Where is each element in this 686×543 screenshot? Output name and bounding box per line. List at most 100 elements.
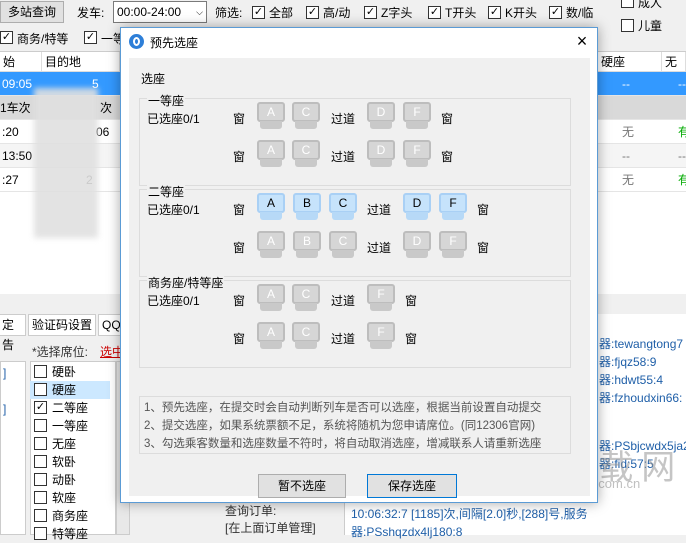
seat-c[interactable]: C (329, 193, 357, 221)
multi-station-query-button[interactable]: 多站查询 (0, 1, 64, 23)
window-label: 窗 (441, 112, 454, 126)
seat-a[interactable]: A (257, 102, 285, 130)
row-col4: 有 (678, 173, 686, 187)
list-item: ] (3, 366, 7, 380)
window-label: 窗 (477, 241, 490, 255)
row-end: 06 (96, 125, 110, 139)
seat-type-checkbox[interactable] (34, 455, 47, 468)
tab-qq[interactable]: QQ (98, 314, 122, 336)
seat-b[interactable]: B (293, 193, 321, 221)
aisle-label: 过道 (367, 203, 392, 217)
window-label: 窗 (233, 294, 246, 308)
seat-f[interactable]: F (367, 284, 395, 312)
seat-f[interactable]: F (439, 193, 467, 221)
seat-type-checkbox[interactable] (34, 365, 47, 378)
seat-b[interactable]: B (293, 231, 321, 259)
list-item: ] (3, 402, 7, 416)
seat-c[interactable]: C (292, 102, 320, 130)
mosaic-blur (34, 88, 98, 238)
note-line: 2、提交选座，如果系统票额不足，系统将随机为您申请席位。(同12306官网) (144, 420, 536, 432)
seat-a[interactable]: A (257, 322, 285, 350)
seat-c[interactable]: C (292, 284, 320, 312)
seat-type-label: 硬卧 (52, 365, 77, 379)
row-hard-seat: -- (622, 77, 630, 91)
save-seat-button[interactable]: 保存选座 (367, 474, 457, 498)
seat-type-label: 软座 (52, 491, 77, 505)
filter-k-checkbox[interactable]: ✓ (488, 6, 501, 19)
seat-a[interactable]: A (257, 140, 285, 168)
seat-a[interactable]: A (257, 284, 285, 312)
seat-type-checkbox[interactable] (34, 527, 47, 540)
seat-type-checkbox[interactable] (34, 491, 47, 504)
window-label: 窗 (405, 294, 418, 308)
group-title: 二等座 (147, 183, 186, 200)
adult-label: 成人 (638, 0, 663, 10)
close-icon[interactable]: × (567, 28, 597, 54)
seat-c[interactable]: C (292, 322, 320, 350)
filter-num-label: 数/临 (566, 6, 594, 20)
passenger-list: ] ] (0, 361, 26, 535)
filter-k-label: K开头 (505, 6, 538, 20)
seat-f[interactable]: F (439, 231, 467, 259)
dialog-title: 预先选座 (150, 36, 199, 50)
notes-box: 1、预先选座，在提交时会自动判断列车是否可以选座，根据当前设置自动提交 2、提交… (139, 396, 571, 454)
row-end: 次 (100, 101, 113, 115)
group-title: 一等座 (147, 92, 186, 109)
seat-type-checkbox[interactable] (34, 383, 47, 396)
window-label: 窗 (441, 150, 454, 164)
row-col4: -- (678, 149, 686, 163)
log-line: 器:PSshqzdx4lj180:8 (351, 525, 463, 539)
seat-type-checkbox[interactable]: ✓ (34, 401, 47, 414)
seat-type-label: 动卧 (52, 473, 77, 487)
adult-checkbox[interactable] (621, 0, 634, 8)
row-col4: 有 (678, 125, 686, 139)
seat-a[interactable]: A (257, 193, 285, 221)
group-title: 商务座/特等座 (147, 274, 225, 291)
seat-f[interactable]: F (403, 140, 431, 168)
seat-type-checkbox[interactable] (34, 419, 47, 432)
seat-type-checkbox[interactable] (34, 473, 47, 486)
order-manage-link[interactable]: [在上面订单管理] (225, 519, 316, 536)
filter-num-checkbox[interactable]: ✓ (549, 6, 562, 19)
seat-f[interactable]: F (403, 102, 431, 130)
log-line: 10:06:32:7 [1185]次,间隔[2.0]秒,[288]号,服务 (351, 507, 588, 521)
filter-gd-checkbox[interactable]: ✓ (306, 6, 319, 19)
seat-d[interactable]: D (367, 102, 395, 130)
window-label: 窗 (233, 203, 246, 217)
filter-all-checkbox[interactable]: ✓ (252, 6, 265, 19)
app-icon (129, 34, 144, 49)
row-hard-seat: 无 (622, 173, 635, 187)
seat-c[interactable]: C (329, 231, 357, 259)
aisle-label: 过道 (331, 150, 356, 164)
seat-type-label: 软卧 (52, 455, 77, 469)
seat-type-label: 商务座 (52, 509, 89, 523)
row-hard-seat: 无 (622, 125, 635, 139)
seat-c[interactable]: C (292, 140, 320, 168)
business-filter-checkbox[interactable]: ✓ (0, 31, 13, 44)
seat-f[interactable]: F (367, 322, 395, 350)
seat-type-label: 硬座 (52, 383, 77, 397)
window-label: 窗 (233, 112, 246, 126)
depart-time-select[interactable]: 00:00-24:00 ⌵ (113, 1, 207, 23)
tab-captcha-settings[interactable]: 验证码设置 (28, 314, 96, 336)
filter-z-checkbox[interactable]: ✓ (364, 6, 377, 19)
window-label: 窗 (477, 203, 490, 217)
row-time: 09:05 (2, 77, 33, 91)
chevron-down-icon: ⌵ (196, 7, 203, 17)
seat-type-label: 特等座 (52, 527, 89, 541)
seat-type-checkbox[interactable] (34, 437, 47, 450)
aisle-label: 过道 (331, 332, 356, 346)
query-order-label: 查询订单: (225, 504, 277, 518)
top-toolbar: 多站查询 发车: 00:00-24:00 ⌵ 筛选: ✓ 全部 ✓ 高/动 ✓ Z… (0, 0, 686, 33)
list-item[interactable]: 硬座 (30, 381, 110, 399)
no-select-button[interactable]: 暂不选座 (258, 474, 346, 498)
seat-d[interactable]: D (403, 193, 431, 221)
tab-notice[interactable]: 定告 (0, 314, 26, 352)
seat-d[interactable]: D (367, 140, 395, 168)
log-line: 器:tewangtong7 (599, 337, 684, 351)
seat-a[interactable]: A (257, 231, 285, 259)
seat-d[interactable]: D (403, 231, 431, 259)
seat-type-checkbox[interactable] (34, 509, 47, 522)
filter-t-checkbox[interactable]: ✓ (428, 6, 441, 19)
first-class-filter-checkbox[interactable]: ✓ (84, 31, 97, 44)
